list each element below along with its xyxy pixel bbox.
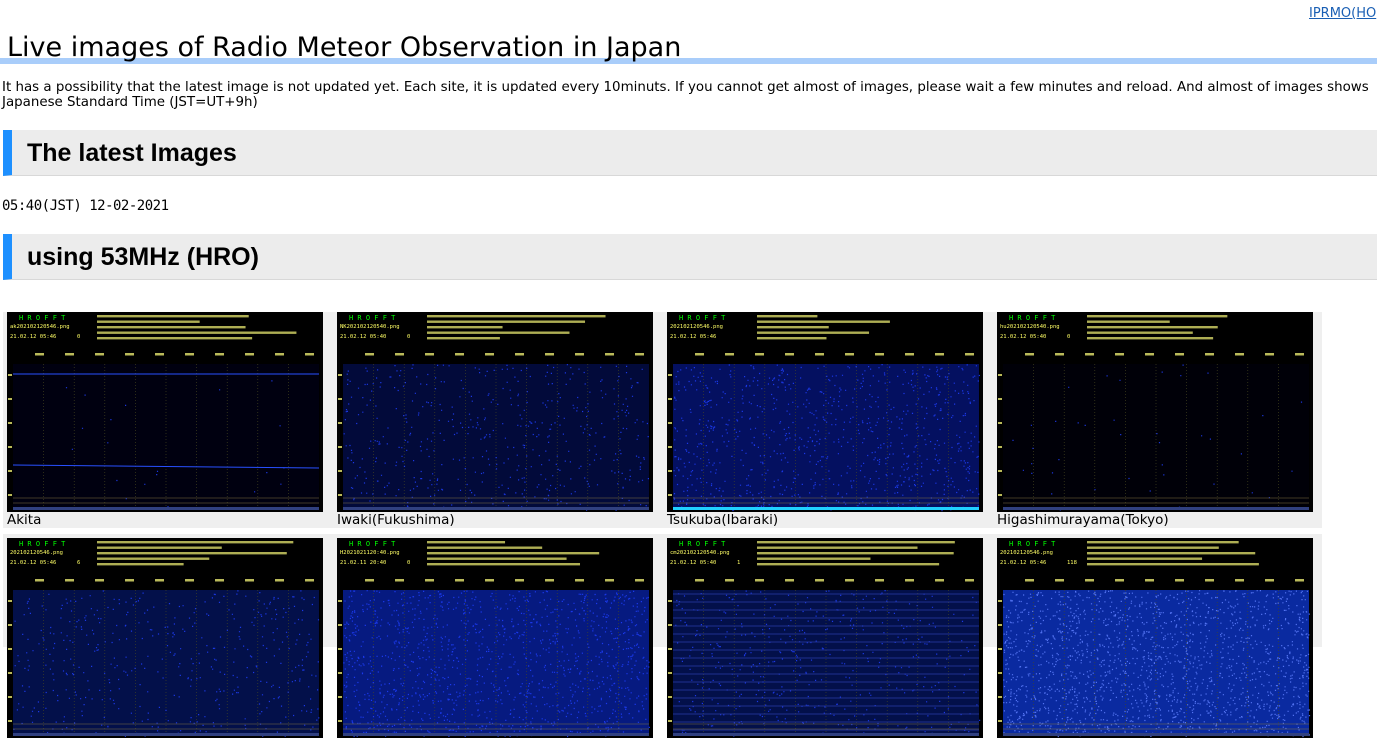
spectrogram-image[interactable]: H R O F F T H2021021120:40.png 21.02.11 20… <box>337 538 653 738</box>
observation-tile-akita[interactable]: H R O F F T ak202102120546.png 21.02.12 05… <box>7 312 323 528</box>
meteor-count-text: 0 <box>407 334 410 340</box>
date-text: 21.02.12 05:46 <box>10 334 56 340</box>
observation-tile-site-6[interactable]: H R O F F T H2021021120:40.png 21.02.11 20… <box>337 538 653 738</box>
file-name-text: 202102120546.png <box>10 550 63 556</box>
spectrogram-image[interactable]: H R O F F T hu202102120540.png 21.02.12 05… <box>997 312 1313 512</box>
hro-logo-text: H R O F F T <box>19 314 66 322</box>
spectrogram-image[interactable]: H R O F F T 202102120546.png 21.02.12 05:4… <box>997 538 1313 738</box>
file-name-text: ak202102120546.png <box>10 324 70 330</box>
date-text: 21.02.12 05:40 <box>340 334 386 340</box>
observation-tile-site-5[interactable]: H R O F F T 202102120546.png 21.02.12 05:4… <box>7 538 323 738</box>
observation-tile-iwaki-fukushima[interactable]: H R O F F T NK202102120540.png 21.02.12 05… <box>337 312 653 528</box>
hro-logo-text: H R O F F T <box>679 540 726 548</box>
meteor-count-text: 0 <box>77 334 80 340</box>
meteor-count-text: 1 <box>737 560 740 566</box>
date-text: 21.02.12 05:40 <box>1000 334 1046 340</box>
site-caption: Higashimurayama(Tokyo) <box>997 512 1169 528</box>
site-caption: Akita <box>7 512 42 528</box>
hro-logo-text: H R O F F T <box>349 314 396 322</box>
hro-53mhz-heading: using 53MHz (HRO) <box>3 234 1377 280</box>
observation-tile-site-8[interactable]: H R O F F T 202102120546.png 21.02.12 05:4… <box>997 538 1313 738</box>
meteor-count-text: 0 <box>407 560 410 566</box>
hro-logo-text: H R O F F T <box>1009 314 1056 322</box>
spectrogram-image[interactable]: H R O F F T ak202102120546.png 21.02.12 05… <box>7 312 323 512</box>
latest-images-heading: The latest Images <box>3 130 1377 176</box>
spectrogram-image[interactable]: H R O F F T cm202102120540.png 21.02.12 05… <box>667 538 983 738</box>
iprmo-home-link[interactable]: IPRMO(HO <box>1309 6 1376 21</box>
file-name-text: H2021021120:40.png <box>340 550 400 556</box>
observation-tile-site-7[interactable]: H R O F F T cm202102120540.png 21.02.12 05… <box>667 538 983 738</box>
intro-paragraph: It has a possibility that the latest ima… <box>2 80 1369 110</box>
spectrogram-image[interactable]: H R O F F T 202102120546.png 21.02.12 05:4… <box>7 538 323 738</box>
meteor-count-text: 6 <box>77 560 80 566</box>
file-name-text: NK202102120540.png <box>340 324 400 330</box>
site-caption: Iwaki(Fukushima) <box>337 512 455 528</box>
hro-logo-text: H R O F F T <box>19 540 66 548</box>
date-text: 21.02.12 05:46 <box>1000 560 1046 566</box>
hro-logo-text: H R O F F T <box>1009 540 1056 548</box>
hro-logo-text: H R O F F T <box>349 540 396 548</box>
observation-tile-tsukuba-ibaraki[interactable]: H R O F F T 202102120546.png 21.02.12 05:4… <box>667 312 983 528</box>
spectrogram-image[interactable]: H R O F F T NK202102120540.png 21.02.12 05… <box>337 312 653 512</box>
file-name-text: 202102120546.png <box>1000 550 1053 556</box>
date-text: 21.02.12 05:46 <box>670 334 716 340</box>
meteor-count-text: 118 <box>1067 560 1077 566</box>
file-name-text: 202102120546.png <box>670 324 723 330</box>
date-text: 21.02.11 20:40 <box>340 560 386 566</box>
date-text: 21.02.12 05:40 <box>670 560 716 566</box>
date-text: 21.02.12 05:46 <box>10 560 56 566</box>
file-name-text: cm202102120540.png <box>670 550 730 556</box>
file-name-text: hu202102120540.png <box>1000 324 1060 330</box>
update-timestamp: 05:40(JST) 12-02-2021 <box>2 198 169 214</box>
page-title: Live images of Radio Meteor Observation … <box>0 32 1377 64</box>
spectrogram-image[interactable]: H R O F F T 202102120546.png 21.02.12 05:4… <box>667 312 983 512</box>
hro-logo-text: H R O F F T <box>679 314 726 322</box>
meteor-count-text: 0 <box>1067 334 1070 340</box>
observation-tile-higashimurayama-tokyo[interactable]: H R O F F T hu202102120540.png 21.02.12 05… <box>997 312 1313 528</box>
site-caption: Tsukuba(Ibaraki) <box>667 512 779 528</box>
